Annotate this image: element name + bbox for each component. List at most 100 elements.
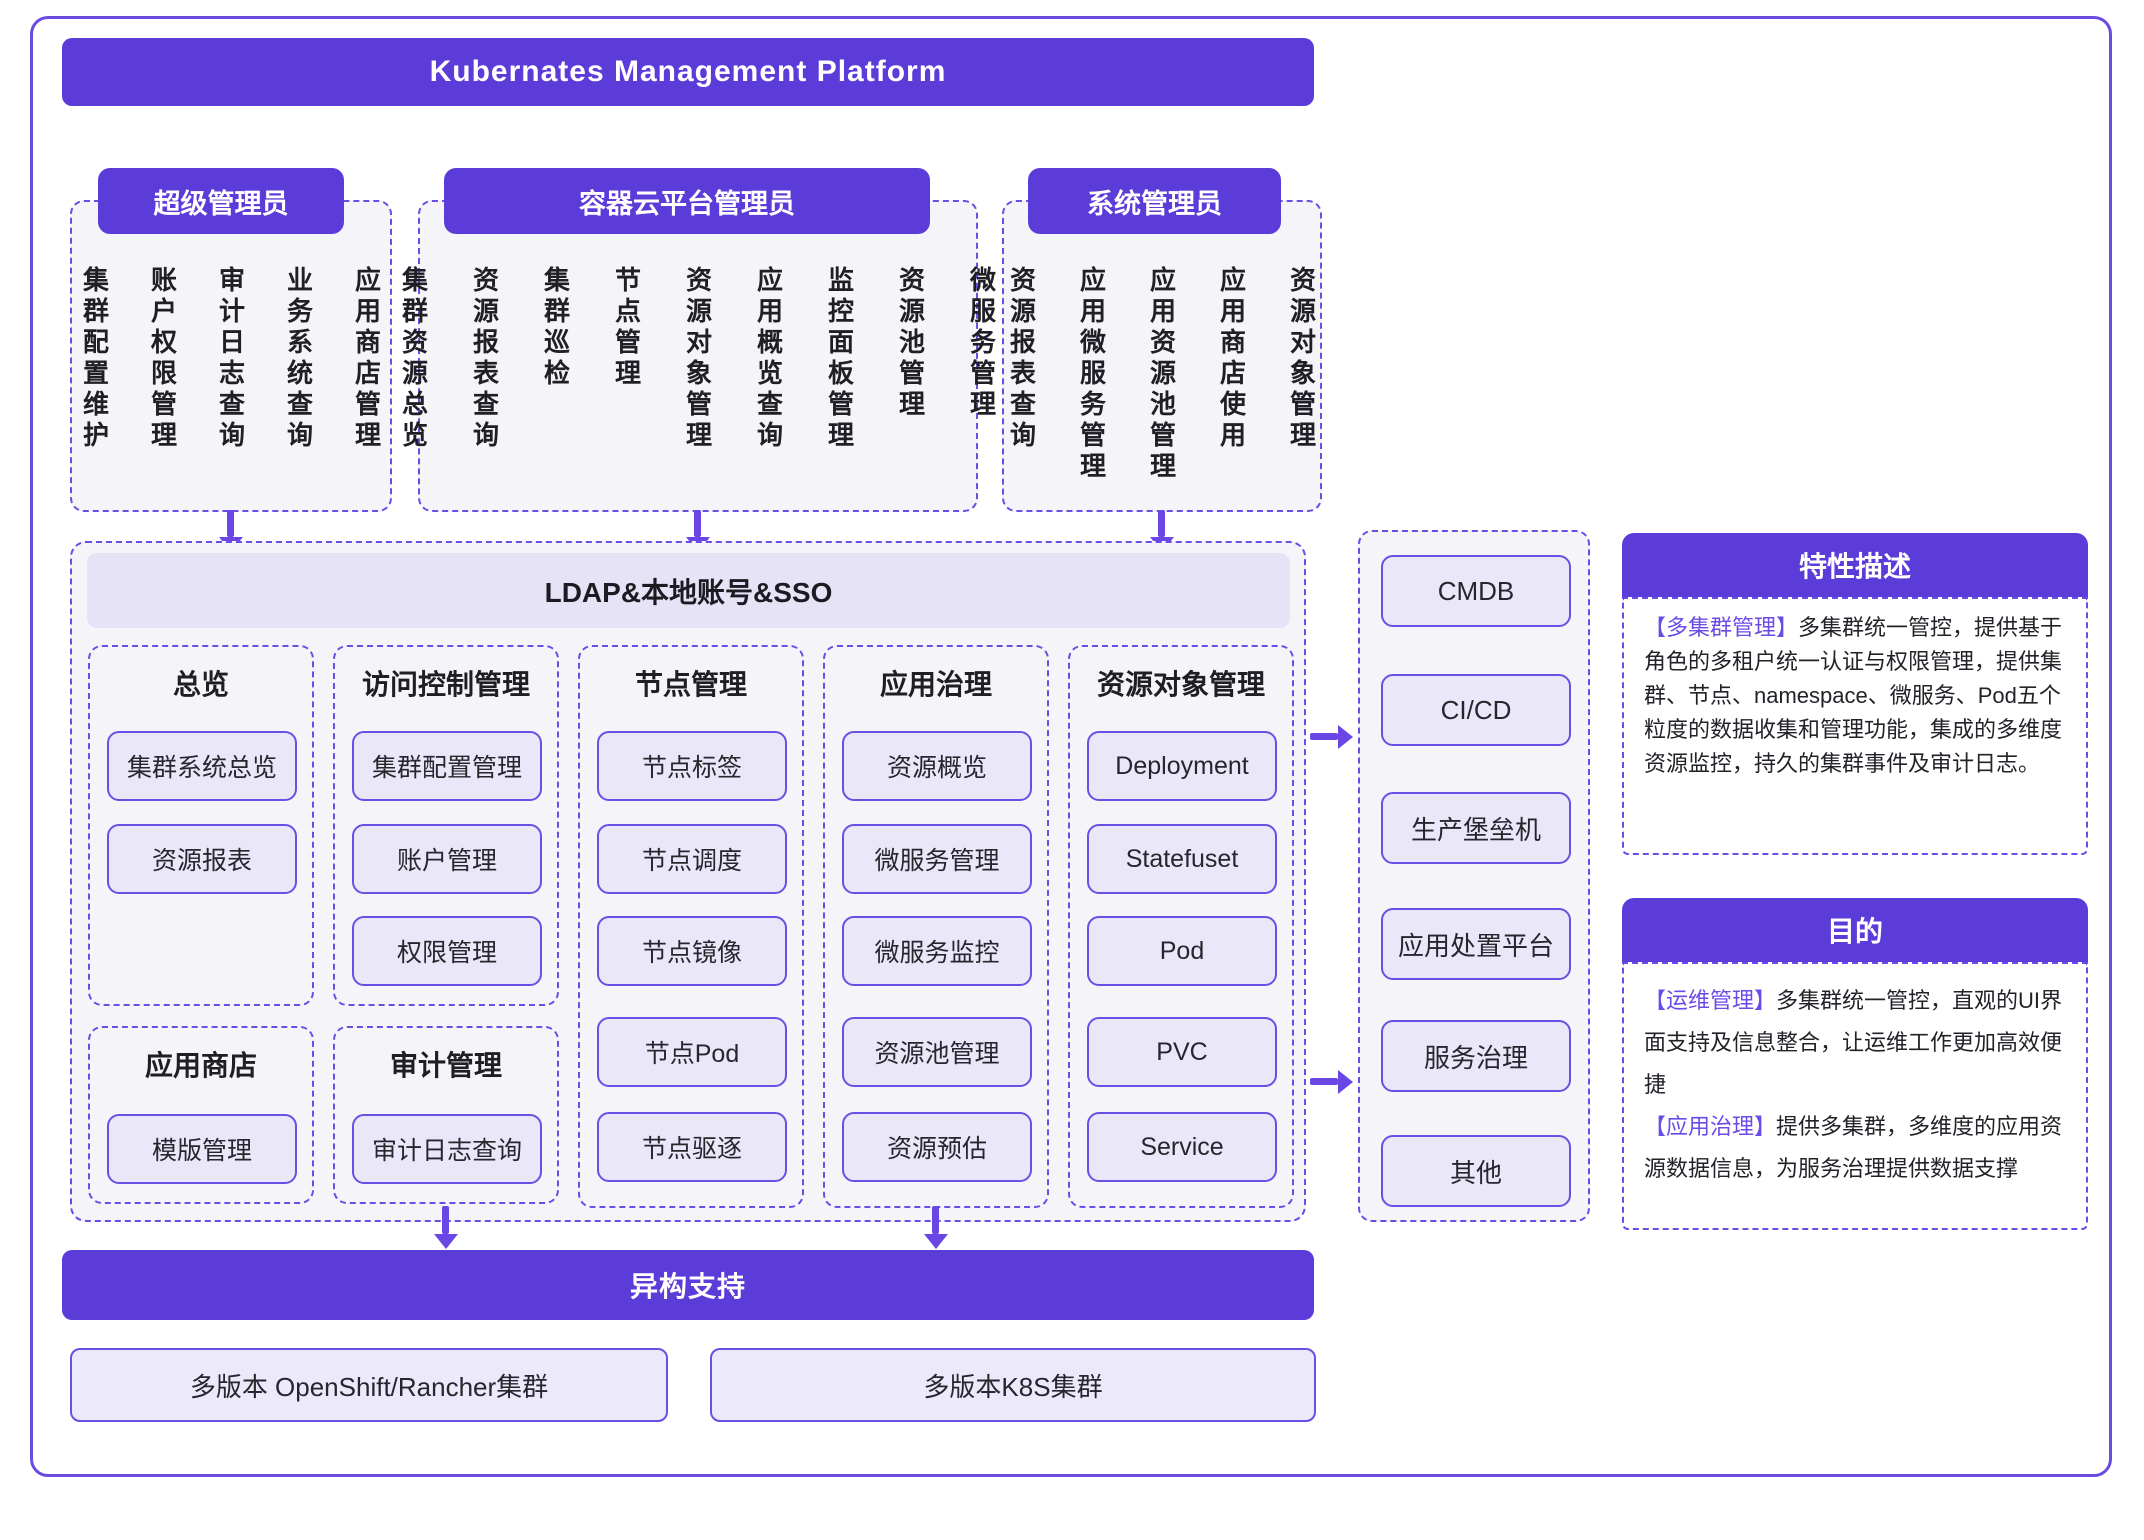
role-capability: 资源对象管理 xyxy=(680,266,717,452)
module-item: 资源池管理 xyxy=(842,1017,1032,1087)
arrow-down-icon xyxy=(694,510,701,537)
arrow-down-icon xyxy=(442,1206,449,1234)
module-item: PVC xyxy=(1087,1017,1277,1087)
role-capability: 应用资源池管理 xyxy=(1144,266,1181,483)
integration-item-label: CI/CD xyxy=(1441,695,1512,726)
role-badge-label: 容器云平台管理员 xyxy=(579,182,795,221)
module-item: Service xyxy=(1087,1112,1277,1182)
role-capability: 资源池管理 xyxy=(893,266,930,421)
module-item-label: Pod xyxy=(1160,937,1204,966)
role-capability: 业务系统查询 xyxy=(281,266,318,452)
module-item-label: Service xyxy=(1140,1133,1223,1162)
module-item-label: 节点标签 xyxy=(642,748,742,784)
module-item-label: 集群系统总览 xyxy=(127,748,277,784)
integration-item-label: 服务治理 xyxy=(1424,1038,1528,1075)
module-item-label: 权限管理 xyxy=(397,933,497,969)
module-title: 节点管理 xyxy=(580,663,802,703)
role-capability: 审计日志查询 xyxy=(213,266,250,452)
role-badge-super-admin: 超级管理员 xyxy=(98,168,344,234)
module-item: 节点调度 xyxy=(597,824,787,894)
module-item: 资源报表 xyxy=(107,824,297,894)
arrow-right-icon xyxy=(1310,733,1338,740)
integration-item: 服务治理 xyxy=(1381,1020,1571,1092)
module-title: 资源对象管理 xyxy=(1070,663,1292,703)
module-item: Pod xyxy=(1087,916,1277,986)
cluster-box-label: 多版本 OpenShift/Rancher集群 xyxy=(190,1367,548,1404)
purpose-panel-body: 【运维管理】多集群统一管控，直观的UI界面支持及信息整合，让运维工作更加高效便捷… xyxy=(1622,962,2088,1230)
integrations-column: CMDB CI/CD 生产堡垒机 应用处置平台 服务治理 其他 xyxy=(1358,530,1590,1222)
module-title: 审计管理 xyxy=(335,1044,557,1084)
module-item-label: 节点调度 xyxy=(642,841,742,877)
purpose-panel-header: 目的 xyxy=(1622,898,2088,962)
role-capabilities-system-admin: 资源报表查询 应用微服务管理 应用资源池管理 应用商店使用 资源对象管理 xyxy=(1002,266,1322,483)
role-capability: 应用微服务管理 xyxy=(1074,266,1111,483)
role-capability: 应用商店使用 xyxy=(1214,266,1251,452)
role-capabilities-super-admin: 集群配置维护 账户权限管理 审计日志查询 业务系统查询 应用商店管理 xyxy=(70,266,392,452)
module-title: 访问控制管理 xyxy=(335,663,557,703)
module-column-app-store: 应用商店 模版管理 xyxy=(88,1026,314,1204)
module-item-label: 模版管理 xyxy=(152,1131,252,1167)
module-item: 集群配置管理 xyxy=(352,731,542,801)
feature-tag: 【多集群管理】 xyxy=(1644,615,1798,640)
module-item-label: 资源池管理 xyxy=(874,1034,999,1070)
role-capability: 集群巡检 xyxy=(538,266,575,390)
module-item: 微服务管理 xyxy=(842,824,1032,894)
module-item: Deployment xyxy=(1087,731,1277,801)
module-item: 权限管理 xyxy=(352,916,542,986)
module-title: 应用治理 xyxy=(825,663,1047,703)
module-item-label: 微服务监控 xyxy=(874,933,999,969)
role-badge-label: 超级管理员 xyxy=(154,182,289,221)
module-title: 应用商店 xyxy=(90,1044,312,1084)
module-column-resource-objects: 资源对象管理 Deployment Statefuset Pod PVC Ser… xyxy=(1068,645,1294,1208)
cluster-box-label: 多版本K8S集群 xyxy=(923,1367,1102,1404)
module-item: 节点标签 xyxy=(597,731,787,801)
module-item-label: Statefuset xyxy=(1126,845,1239,874)
feature-text: 【多集群管理】多集群统一管控，提供基于角色的多租户统一认证与权限管理，提供集群、… xyxy=(1644,611,2066,781)
integration-item: 应用处置平台 xyxy=(1381,908,1571,980)
module-item-label: Deployment xyxy=(1115,752,1248,781)
integration-item: CMDB xyxy=(1381,555,1571,627)
module-column-overview: 总览 集群系统总览 资源报表 xyxy=(88,645,314,1006)
module-item: 集群系统总览 xyxy=(107,731,297,801)
integration-item-label: CMDB xyxy=(1438,576,1515,607)
module-item-label: 集群配置管理 xyxy=(372,748,522,784)
module-item: Statefuset xyxy=(1087,824,1277,894)
purpose-panel-title: 目的 xyxy=(1827,910,1883,950)
role-capability: 资源对象管理 xyxy=(1284,266,1321,452)
role-capability: 账户权限管理 xyxy=(145,266,182,452)
module-column-audit: 审计管理 审计日志查询 xyxy=(333,1026,559,1204)
module-item: 节点Pod xyxy=(597,1017,787,1087)
role-capability: 集群资源总览 xyxy=(396,266,433,452)
integration-item: 生产堡垒机 xyxy=(1381,792,1571,864)
module-item-label: 资源预估 xyxy=(887,1129,987,1165)
hetero-banner-label: 异构支持 xyxy=(630,1265,746,1305)
arrow-right-icon xyxy=(1310,1078,1338,1085)
role-badge-platform-admin: 容器云平台管理员 xyxy=(444,168,930,234)
module-item-label: 节点驱逐 xyxy=(642,1129,742,1165)
module-title: 总览 xyxy=(90,663,312,703)
integration-item-label: 生产堡垒机 xyxy=(1411,810,1541,847)
module-item-label: 资源概览 xyxy=(887,748,987,784)
module-item-label: 节点Pod xyxy=(645,1034,739,1070)
role-capability: 资源报表查询 xyxy=(1004,266,1041,452)
integration-item-label: 应用处置平台 xyxy=(1398,926,1554,963)
role-capability: 资源报表查询 xyxy=(467,266,504,452)
module-item-label: 节点镜像 xyxy=(642,933,742,969)
integration-item: CI/CD xyxy=(1381,674,1571,746)
module-item-label: 审计日志查询 xyxy=(372,1131,522,1167)
integration-item-label: 其他 xyxy=(1450,1153,1502,1190)
role-capabilities-platform-admin: 集群资源总览 资源报表查询 集群巡检 节点管理 资源对象管理 应用概览查询 监控… xyxy=(418,266,978,452)
role-badge-system-admin: 系统管理员 xyxy=(1028,168,1281,234)
module-column-node-management: 节点管理 节点标签 节点调度 节点镜像 节点Pod 节点驱逐 xyxy=(578,645,804,1208)
module-item: 节点驱逐 xyxy=(597,1112,787,1182)
arrow-down-icon xyxy=(932,1206,939,1234)
module-item: 资源概览 xyxy=(842,731,1032,801)
module-item: 节点镜像 xyxy=(597,916,787,986)
kubernetes-platform-architecture-diagram: Kubernates Management Platform 超级管理员 集群配… xyxy=(0,0,2144,1540)
main-title-banner: Kubernates Management Platform xyxy=(62,38,1314,106)
module-column-app-governance: 应用治理 资源概览 微服务管理 微服务监控 资源池管理 资源预估 xyxy=(823,645,1049,1208)
role-badge-label: 系统管理员 xyxy=(1087,182,1222,221)
role-capability: 应用商店管理 xyxy=(349,266,386,452)
integration-item: 其他 xyxy=(1381,1135,1571,1207)
module-item: 账户管理 xyxy=(352,824,542,894)
